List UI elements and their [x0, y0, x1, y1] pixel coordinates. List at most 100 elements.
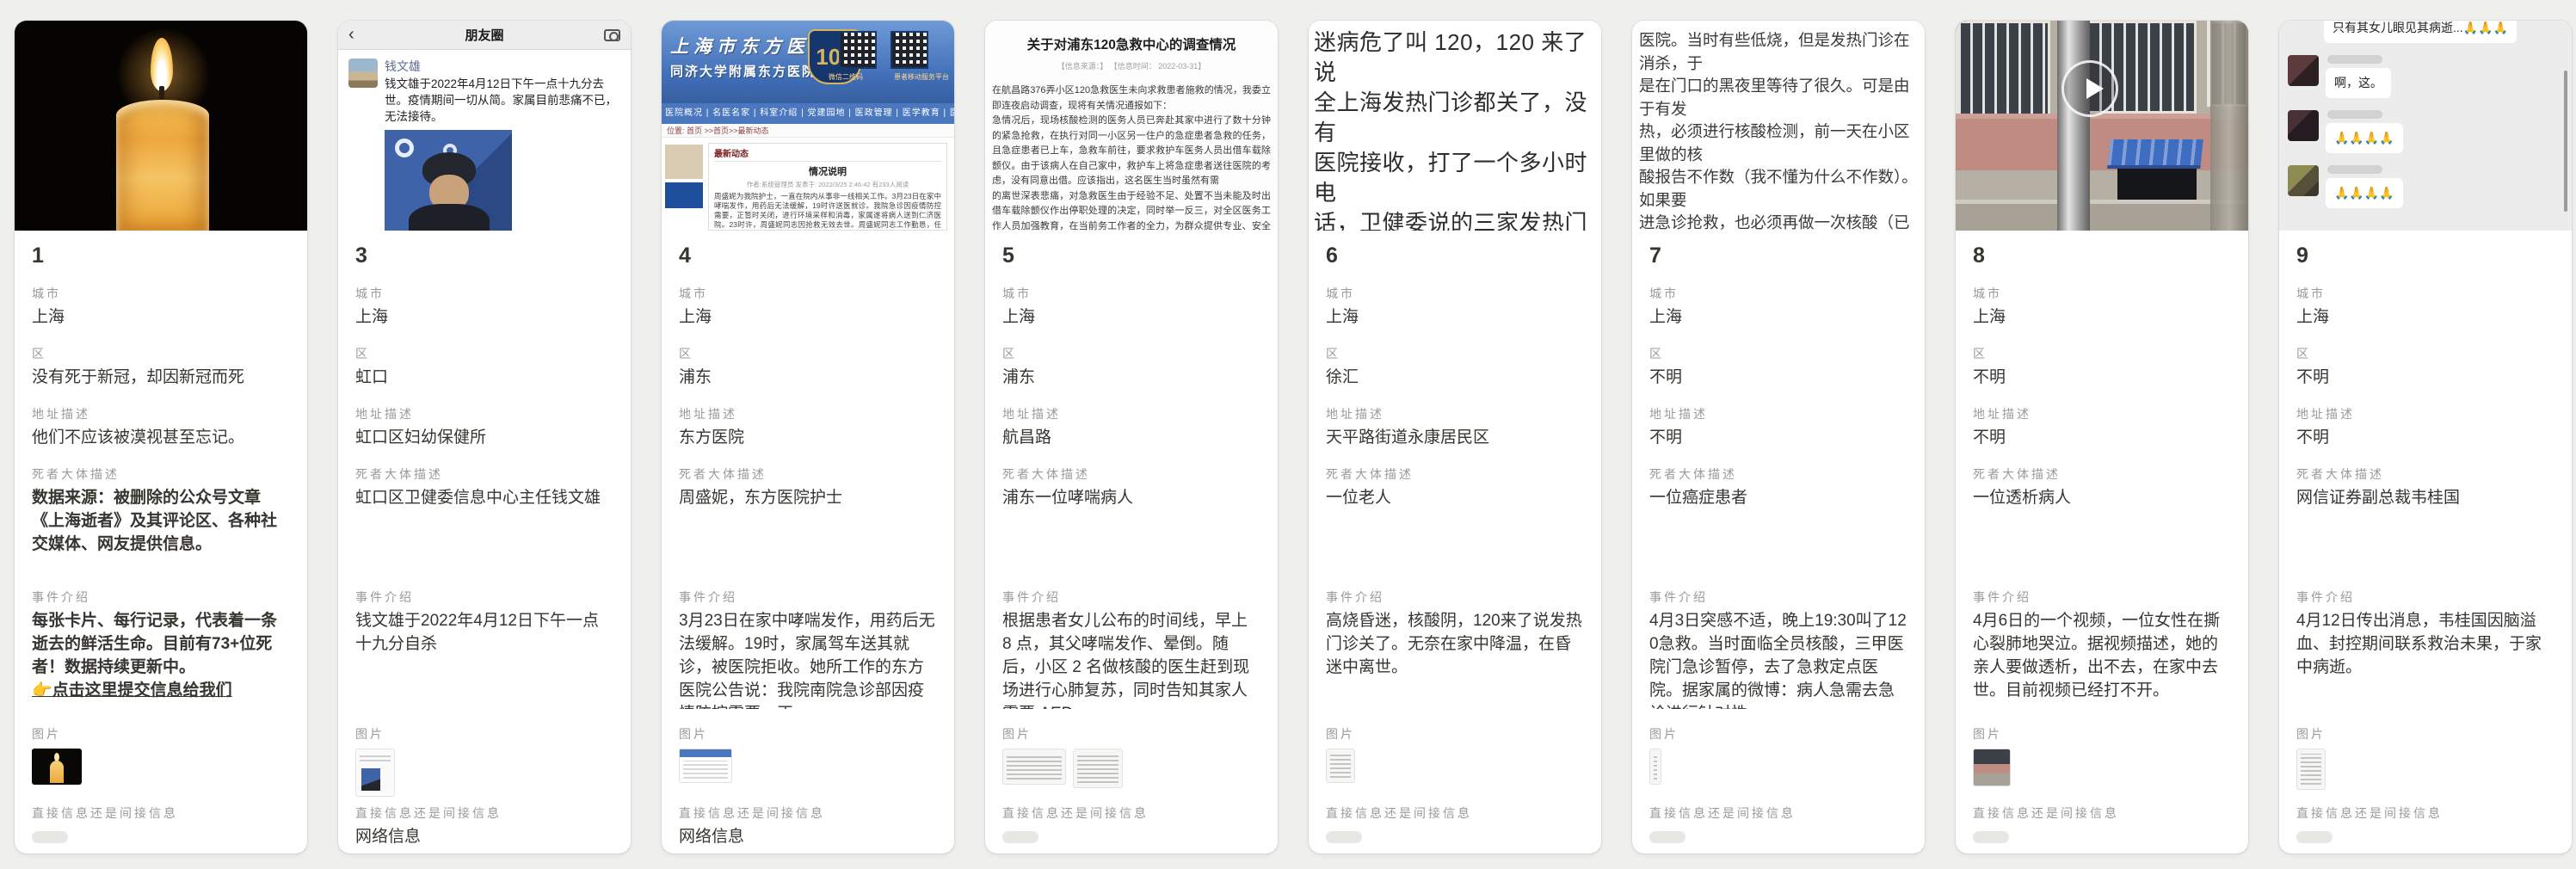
chat-message: 🙏🙏🙏🙏 [2326, 178, 2403, 208]
qr-code [891, 31, 928, 69]
post-photo [385, 130, 512, 231]
gallery-card-8[interactable]: 8 城市 上海 区 不明 地址描述 不明 死者大体描述 一位透析病人 事件介绍 … [1956, 21, 2248, 854]
property-value-direct: 网络信息 [679, 825, 937, 848]
property-value-city: 上海 [1002, 305, 1260, 329]
property-label-event: 事件介绍 [2296, 589, 2554, 605]
balcony-ledge [1956, 200, 2248, 231]
qr-label: 微信二维码 [829, 72, 863, 82]
card-title: 8 [1973, 243, 2231, 268]
empty-value-pill [2296, 831, 2333, 843]
scrollbar[interactable] [2564, 71, 2567, 212]
gallery-card-1[interactable]: 1 城市 上海 区 没有死于新冠，却因新冠而死 地址描述 他们不应该被漠视甚至忘… [15, 21, 307, 854]
card-cover-text-screenshot: 医院。当时有些低烧，但是发热门诊在消杀，于 是在门口的黑夜里等待了很久。可是由于… [1632, 21, 1925, 231]
photo-detail [409, 204, 490, 231]
card-cover-wechat-moments-screenshot: ‹ 朋友圈 钱文雄 钱文雄于2022年4月12日下午一点十九分去世。疫情期间一切… [338, 21, 631, 231]
metal-pole [2057, 21, 2090, 231]
image-thumbnail-text[interactable] [1649, 749, 1661, 785]
property-label-district: 区 [1973, 346, 2231, 361]
gallery-card-5[interactable]: 关于对浦东120急救中心的调查情况 【信息来源：】 【信息时间： 2022-03… [985, 21, 1278, 854]
property-value-event: 4月6日的一个视频，一位女性在撕心裂肺地哭泣。据视频描述，她的亲人要做透析，出不… [1973, 609, 2231, 709]
camera-icon[interactable] [604, 29, 620, 41]
gallery-card-3[interactable]: ‹ 朋友圈 钱文雄 钱文雄于2022年4月12日下午一点十九分去世。疫情期间一切… [338, 21, 631, 854]
card-title: 7 [1649, 243, 1907, 268]
submit-info-link[interactable]: 👉点击这里提交信息给我们 [32, 679, 290, 702]
card-title: 3 [355, 243, 613, 268]
gallery-board: 1 城市 上海 区 没有死于新冠，却因新冠而死 地址描述 他们不应该被漠视甚至忘… [0, 0, 2576, 854]
gallery-card-7[interactable]: 医院。当时有些低烧，但是发热门诊在消杀，于 是在门口的黑夜里等待了很久。可是由于… [1632, 21, 1925, 854]
image-thumbnail-screenshot[interactable] [355, 749, 395, 797]
image-thumbnail-candle[interactable] [32, 749, 82, 785]
blue-awning [2107, 139, 2203, 169]
site-sidebar [662, 138, 706, 231]
property-label-event: 事件介绍 [1326, 589, 1584, 605]
gallery-card-6[interactable]: 迷病危了叫 120，120 来了说 全上海发热门诊都关了，没有 医院接收，打了一… [1309, 21, 1601, 854]
property-label-address: 地址描述 [1326, 406, 1584, 422]
property-value-district: 浦东 [679, 366, 937, 389]
property-label-district: 区 [679, 346, 937, 361]
property-value-district: 不明 [1973, 366, 2231, 389]
property-value-address: 不明 [1649, 426, 1907, 449]
property-label-district: 区 [355, 346, 613, 361]
property-label-deceased: 死者大体描述 [1649, 466, 1907, 482]
chat-message: 啊，这。 [2326, 68, 2391, 98]
property-label-direct: 直接信息还是间接信息 [355, 805, 613, 821]
card-cover-candle-photo [15, 21, 307, 231]
property-label-address: 地址描述 [1002, 406, 1260, 422]
back-chevron-icon[interactable]: ‹ [348, 25, 354, 45]
report-body: 在航昌路376弄小区120急救医生未向求救患者施救的情况，我委立即连夜启动调查，… [992, 83, 1271, 231]
property-label-direct: 直接信息还是间接信息 [2296, 805, 2554, 821]
image-thumbnail-text[interactable] [1326, 749, 1355, 783]
property-label-image: 图片 [2296, 726, 2554, 742]
image-thumbnail-document[interactable] [2296, 749, 2326, 790]
property-label-direct: 直接信息还是间接信息 [1973, 805, 2231, 821]
property-value-city: 上海 [2296, 305, 2554, 329]
property-label-city: 城市 [1326, 286, 1584, 301]
property-value-city: 上海 [1973, 305, 2231, 329]
sidebar-photo [665, 145, 703, 179]
property-value-city: 上海 [1649, 305, 1907, 329]
avatar [348, 59, 378, 88]
property-label-deceased: 死者大体描述 [1973, 466, 2231, 482]
statement-byline: 作者:系统管理员 发表于: 2022/3/25 2:46:42 有233人阅读 [714, 180, 941, 189]
property-label-address: 地址描述 [2296, 406, 2554, 422]
gallery-card-4[interactable]: 上海市东方医院 同济大学附属东方医院 100 微信二维码 患者移动服务平台 医院… [662, 21, 954, 854]
property-label-address: 地址描述 [32, 406, 290, 422]
property-label-city: 城市 [679, 286, 937, 301]
property-value-deceased: 周盛妮，东方医院护士 [679, 486, 937, 572]
property-label-event: 事件介绍 [355, 589, 613, 605]
concrete-beam [2210, 21, 2248, 231]
candle-body [116, 100, 209, 231]
property-label-city: 城市 [1649, 286, 1907, 301]
play-button[interactable] [2061, 60, 2118, 117]
image-thumbnail-screenshot[interactable] [679, 749, 732, 783]
empty-value-pill [1002, 831, 1038, 843]
property-value-deceased: 网信证券副总裁韦桂国 [2296, 486, 2554, 572]
poster-name: 钱文雄 [385, 59, 622, 74]
avatar [2288, 110, 2319, 141]
property-label-deceased: 死者大体描述 [1326, 466, 1584, 482]
property-label-address: 地址描述 [1973, 406, 2231, 422]
property-value-event: 3月23日在家中哮喘发作，用药后无法缓解。19时，家属驾车送其就诊，被医院拒收。… [679, 609, 937, 709]
property-label-image: 图片 [355, 726, 613, 742]
property-label-deceased: 死者大体描述 [679, 466, 937, 482]
property-label-direct: 直接信息还是间接信息 [1326, 805, 1584, 821]
property-value-address: 他们不应该被漠视甚至忘记。 [32, 426, 290, 449]
statement-title: 情况说明 [714, 164, 941, 178]
image-thumbnail-document[interactable] [1002, 749, 1066, 785]
site-nav-menu[interactable]: 医院概况 | 名医名家 | 科室介绍 | 党建园地 | 医政管理 | 医学教育 … [662, 103, 954, 124]
property-value-address: 航昌路 [1002, 426, 1260, 449]
card-title: 6 [1326, 243, 1584, 268]
news-box: 最新动态 情况说明 作者:系统管理员 发表于: 2022/3/25 2:46:4… [708, 143, 947, 231]
property-label-image: 图片 [1973, 726, 2231, 742]
gallery-card-9[interactable]: 只有其女儿眼见其病逝...🙏🙏🙏 啊，这。 🙏🙏🙏🙏 [2279, 21, 2572, 854]
play-icon [2086, 78, 2104, 99]
property-label-image: 图片 [1649, 726, 1907, 742]
property-label-event: 事件介绍 [1002, 589, 1260, 605]
property-label-city: 城市 [32, 286, 290, 301]
property-value-event: 钱文雄于2022年4月12日下午一点十九分自杀 [355, 609, 613, 709]
empty-value-pill [1973, 831, 2009, 843]
property-value-event: 高烧昏迷，核酸阴，120来了说发热门诊关了。无奈在家中降温，在昏迷中离世。 [1326, 609, 1584, 709]
image-thumbnail-document[interactable] [1073, 749, 1123, 788]
card-cover-investigation-report: 关于对浦东120急救中心的调查情况 【信息来源：】 【信息时间： 2022-03… [985, 21, 1278, 231]
image-thumbnail-building[interactable] [1973, 749, 2011, 786]
